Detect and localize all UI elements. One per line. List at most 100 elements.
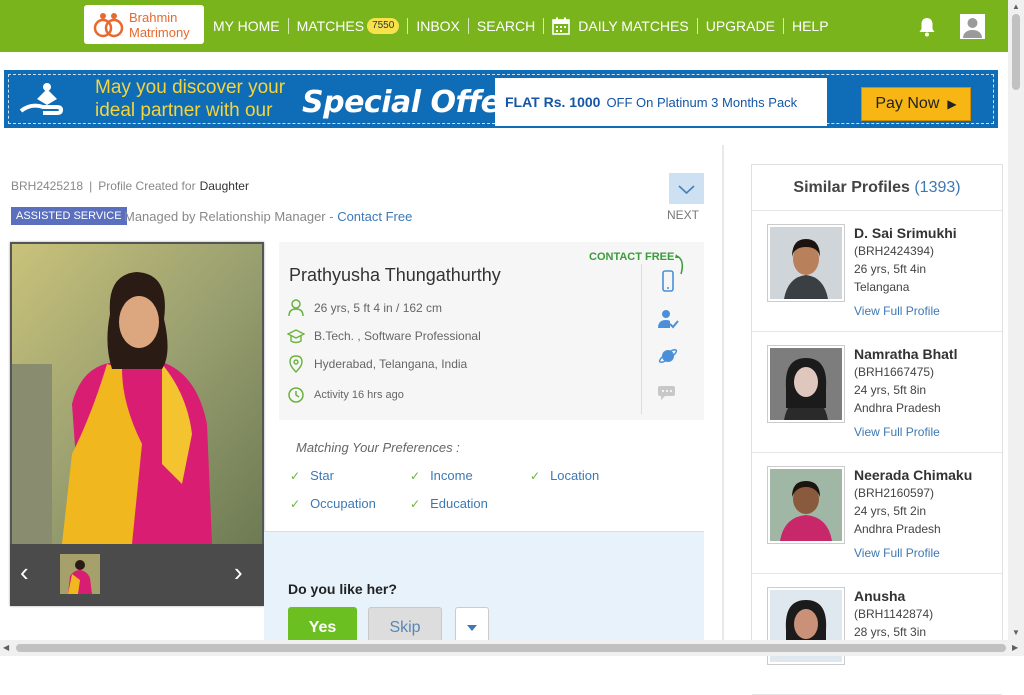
pref-label: Location [550,468,600,483]
next-profile-button[interactable] [669,173,704,204]
horizontal-scrollbar[interactable]: ◀ ▶ [0,640,1024,656]
similar-id: (BRH2424394) [854,244,935,258]
managed-label: Managed by Relationship Manager - [124,209,338,224]
pref-label: Income [430,468,473,483]
pref-label: Occupation [310,496,376,511]
profile-name: Prathyusha Thungathurthy [289,265,501,285]
pay-now-button[interactable]: Pay Now ▶ [861,87,971,121]
check-icon: ✓ [410,496,421,511]
like-prompt-box: Do you like her? Yes Skip [264,531,704,656]
similar-id: (BRH1667475) [854,365,935,379]
similar-id: (BRH2160597) [854,486,935,500]
separator: | [89,179,93,193]
clock-icon [288,387,304,403]
next-photo-icon[interactable]: › [234,559,243,585]
similar-profile-photo[interactable] [767,466,845,544]
nav-search[interactable]: SEARCH [469,18,543,34]
similar-profile-photo[interactable] [767,345,845,423]
assisted-service-badge: ASSISTED SERVICE [11,207,127,225]
created-for-value: Daughter [199,179,249,193]
scroll-up-icon[interactable]: ▲ [1012,2,1020,11]
similar-name[interactable]: D. Sai Srimukhi [854,225,957,241]
nav-my-home[interactable]: MY HOME [213,18,288,34]
education: B.Tech. , Software Professional [314,329,481,343]
age-height-row: 26 yrs, 5 ft 4 in / 162 cm [287,299,442,317]
nav-links: MY HOME MATCHES 7550 INBOX SEARCH DAILY M… [213,0,837,52]
profile-id-line: BRH2425218 | Profile Created for Daughter [11,179,249,193]
horoscope-icon[interactable] [657,345,679,367]
graduation-cap-icon [287,329,305,344]
user-icon [963,18,982,38]
matches-count-badge: 7550 [367,18,400,34]
brand-name: Brahmin Matrimony [129,10,190,40]
pref-location: ✓ Location [530,468,599,483]
location-row: Hyderabad, Telangana, India [287,355,467,373]
profile-photo [770,348,842,420]
vertical-scrollbar[interactable]: ▲ ▼ [1008,0,1024,640]
nav-help[interactable]: HELP [784,18,837,34]
vertical-scroll-thumb[interactable] [1012,14,1020,90]
similar-profile-card[interactable]: Namratha Bhatl (BRH1667475) 24 yrs, 5ft … [752,332,1002,453]
banner-line1: May you discover your [95,77,286,98]
caret-down-icon [467,625,477,631]
profile-photo [770,227,842,299]
similar-name[interactable]: Neerada Chimaku [854,467,972,483]
special-offer-banner[interactable]: May you discover your ideal partner with… [4,70,998,128]
nav-inbox[interactable]: INBOX [408,18,468,34]
similar-profile-card[interactable]: Anusha (BRH1142874) 28 yrs, 5ft 3in [752,574,1002,695]
chevron-down-icon [678,185,695,195]
contact-free-label: CONTACT FREE [589,251,675,263]
column-divider [722,145,724,645]
check-icon: ✓ [290,468,301,483]
banner-offer: OFF On Platinum 3 Months Pack [606,94,798,110]
view-full-profile-link[interactable]: View Full Profile [854,304,940,318]
brand-logo[interactable]: Brahmin Matrimony [84,5,204,44]
scroll-right-icon[interactable]: ▶ [1012,643,1018,652]
pay-now-label: Pay Now [875,95,940,112]
scroll-down-icon[interactable]: ▼ [1012,628,1020,637]
check-icon: ✓ [530,468,541,483]
horizontal-scroll-thumb[interactable] [16,644,1006,652]
nav-matches[interactable]: MATCHES 7550 [289,18,408,34]
icon-column-divider [641,264,642,414]
bell-icon[interactable] [918,17,936,37]
nav-label: MY HOME [213,18,280,34]
pref-occupation: ✓ Occupation [290,496,376,511]
similar-profile-photo[interactable] [767,224,845,302]
similar-state: Telangana [854,280,910,294]
person-icon [288,299,304,317]
profile-info-card: Prathyusha Thungathurthy CONTACT FREE 26… [279,242,704,420]
mobile-phone-icon[interactable] [657,270,679,292]
nav-upgrade[interactable]: UPGRADE [698,18,783,34]
contact-free-badge[interactable]: CONTACT FREE [589,251,674,263]
brand-line1: Brahmin [129,9,178,25]
matching-preferences-title: Matching Your Preferences : [296,440,460,455]
pref-education: ✓ Education [410,496,488,511]
nav-daily-matches[interactable]: DAILY MATCHES [544,17,696,35]
previous-photo-icon[interactable]: ‹ [20,559,29,585]
activity-row: Activity 16 hrs ago [287,386,404,404]
similar-name[interactable]: Anusha [854,588,905,604]
similar-name[interactable]: Namratha Bhatl [854,346,957,362]
profile-photo[interactable] [12,244,262,544]
view-full-profile-link[interactable]: View Full Profile [854,425,940,439]
similar-profile-card[interactable]: Neerada Chimaku (BRH2160597) 24 yrs, 5ft… [752,453,1002,574]
banner-border: May you discover your ideal partner with… [8,74,994,126]
banner-offer-text: FLAT Rs. 1000 OFF On Platinum 3 Months P… [495,78,827,126]
scroll-left-icon[interactable]: ◀ [3,643,9,652]
pref-star: ✓ Star [290,468,334,483]
pref-income: ✓ Income [410,468,473,483]
view-full-profile-link[interactable]: View Full Profile [854,546,940,560]
next-label[interactable]: NEXT [667,208,699,222]
pref-label: Education [430,496,488,511]
nav-label: INBOX [416,18,460,34]
photo-thumbnail[interactable] [60,554,100,594]
created-for-label: Profile Created for [98,179,196,193]
education-row: B.Tech. , Software Professional [287,327,481,345]
verified-user-icon[interactable] [657,308,679,330]
similar-profile-card[interactable]: D. Sai Srimukhi (BRH2424394) 26 yrs, 5ft… [752,211,1002,332]
similar-count: (1393) [914,178,961,196]
chat-icon[interactable] [657,382,679,404]
user-account-button[interactable] [960,14,985,39]
contact-free-link[interactable]: Contact Free [337,209,412,224]
